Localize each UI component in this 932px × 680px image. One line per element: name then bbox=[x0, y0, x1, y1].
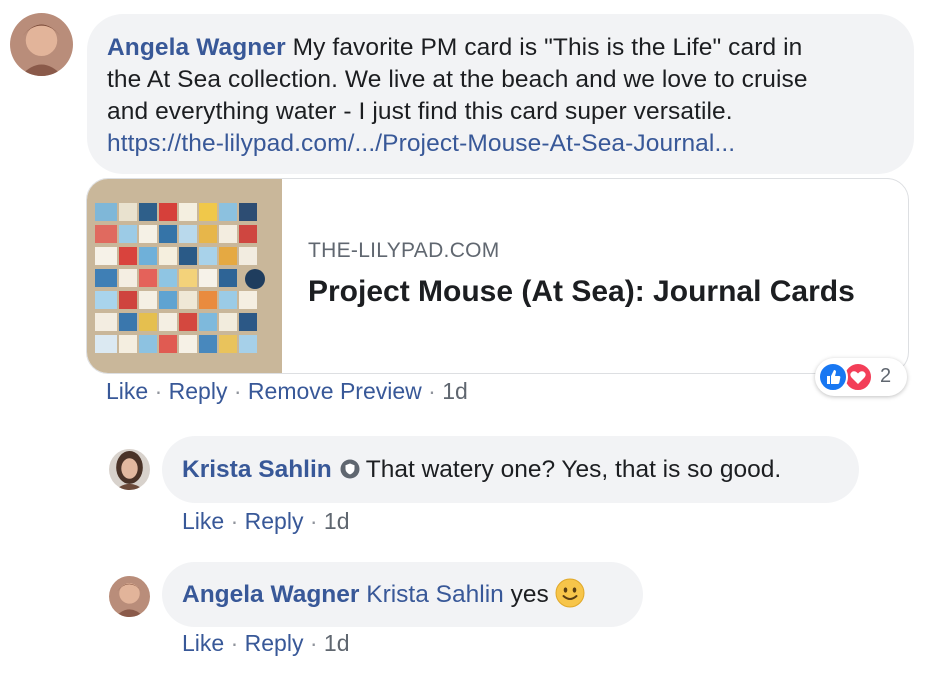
comment-bubble: Angela Wagner My favorite PM card is "Th… bbox=[87, 14, 914, 174]
reply-text: yes bbox=[510, 581, 549, 608]
timestamp[interactable]: 1d bbox=[324, 508, 350, 534]
avatar[interactable] bbox=[10, 13, 73, 76]
separator: · bbox=[224, 630, 245, 656]
reply-link[interactable]: Reply bbox=[169, 378, 228, 404]
reaction-count: 2 bbox=[880, 365, 892, 387]
remove-preview-link[interactable]: Remove Preview bbox=[248, 378, 422, 404]
preview-title[interactable]: Project Mouse (At Sea): Journal Cards bbox=[308, 275, 855, 309]
reply-author[interactable]: Krista Sahlin bbox=[182, 456, 332, 483]
timestamp[interactable]: 1d bbox=[442, 378, 468, 404]
separator: · bbox=[303, 630, 324, 656]
reply-actions: Like · Reply · 1d bbox=[182, 630, 350, 657]
preview-domain: THE-LILYPAD.COM bbox=[308, 239, 500, 262]
separator: · bbox=[148, 378, 169, 404]
comment-text-line: My favorite PM card is "This is the Life… bbox=[292, 34, 803, 61]
timestamp[interactable]: 1d bbox=[324, 630, 350, 656]
reactions-summary[interactable]: 2 bbox=[815, 358, 907, 396]
separator: · bbox=[421, 378, 443, 404]
slightly-smiling-face-emoji-icon bbox=[555, 568, 585, 633]
separator: · bbox=[227, 378, 248, 404]
reply-bubble: Krista Sahlin That watery one? Yes, that … bbox=[162, 436, 859, 503]
like-link[interactable]: Like bbox=[182, 508, 224, 534]
reply-bubble: Angela Wagner Krista Sahlin yes bbox=[162, 562, 643, 627]
like-icon bbox=[818, 362, 848, 392]
avatar[interactable] bbox=[109, 576, 150, 617]
comment-author[interactable]: Angela Wagner bbox=[107, 34, 286, 61]
separator: · bbox=[224, 508, 245, 534]
like-link[interactable]: Like bbox=[106, 378, 148, 404]
comment-link[interactable]: https://the-lilypad.com/.../Project-Mous… bbox=[107, 128, 894, 160]
mention-link[interactable]: Krista Sahlin bbox=[366, 581, 504, 608]
separator: · bbox=[303, 508, 324, 534]
reply-text: That watery one? Yes, that is so good. bbox=[365, 456, 782, 483]
reply-link[interactable]: Reply bbox=[245, 630, 304, 656]
shield-badge-icon[interactable] bbox=[340, 438, 360, 505]
preview-thumbnail[interactable] bbox=[87, 179, 282, 373]
avatar[interactable] bbox=[109, 449, 150, 490]
reply-actions: Like · Reply · 1d bbox=[182, 508, 350, 535]
comment-text-line: the At Sea collection. We live at the be… bbox=[107, 66, 808, 93]
comment-text-line: and everything water - I just find this … bbox=[107, 98, 733, 125]
like-link[interactable]: Like bbox=[182, 630, 224, 656]
reply-link[interactable]: Reply bbox=[245, 508, 304, 534]
link-preview-card[interactable]: THE-LILYPAD.COM Project Mouse (At Sea): … bbox=[86, 178, 909, 374]
comment-actions: Like · Reply · Remove Preview · 1d bbox=[106, 378, 468, 405]
reply-author[interactable]: Angela Wagner bbox=[182, 581, 359, 608]
